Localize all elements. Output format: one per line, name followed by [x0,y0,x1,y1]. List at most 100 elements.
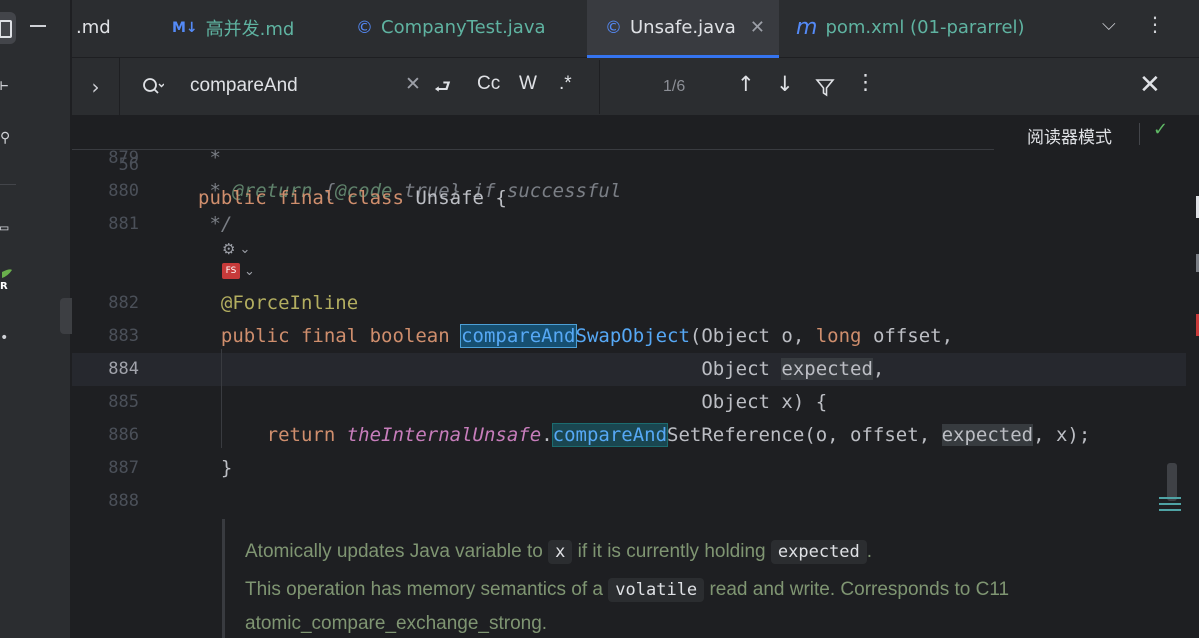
gutter-inlay-feishu[interactable]: FS ⌄ [222,263,255,279]
newline-option-icon[interactable]: ⮐ [434,73,451,105]
code-token: public final boolean [198,325,462,347]
code-line[interactable]: 882 @ForceInline [72,287,1199,320]
code-token: . [541,424,553,446]
tab-pom-xml[interactable]: m pom.xml (01-pararrel) [796,0,1025,55]
line-number: 884 [108,359,139,379]
tab-label: .md [76,17,111,38]
doc-paragraph-2: This operation has memory semantics of a… [245,578,1009,602]
search-results-marker-icon[interactable] [1159,497,1181,513]
code-line[interactable]: 885 Object x) { [72,386,1199,419]
code-token: SetReference(o, offset, [667,424,942,446]
tab-label: Unsafe.java [630,17,736,38]
code-token: expected [781,358,873,380]
doc-text: This operation has memory semantics of a [245,579,603,600]
tab-company-test[interactable]: © CompanyTest.java [356,0,546,55]
tab-md[interactable]: .md [72,0,111,55]
code-token: , [872,358,885,380]
structure-icon[interactable]: ⊢ [0,78,8,94]
doc-text: if it is currently holding [577,541,766,562]
spring-icon[interactable]: R [0,268,12,290]
project-view-icon[interactable] [0,12,16,44]
gutter-inlay-ai[interactable]: ⚙ ⌄ [222,240,250,258]
line-number: 885 [108,392,139,412]
search-input[interactable] [190,73,420,99]
code-text: public final boolean compareAndSwapObjec… [198,320,953,353]
code-token: long [815,325,862,347]
code-line[interactable]: 888 [72,485,1199,518]
more-options-icon[interactable]: ⋮ [855,70,876,94]
project-panel-edge [16,0,83,638]
code-token: SwapObject [575,325,690,347]
sticky-code: public final class Unsafe { [198,182,507,215]
svg-text:R: R [0,281,8,290]
rendered-javadoc: Atomically updates Java variable to x if… [222,519,1182,638]
line-number: 888 [108,491,139,511]
collapse-icon[interactable] [30,25,46,27]
doc-paragraph-3: atomic_compare_exchange_strong. [245,613,548,634]
tab-label: 高并发.md [205,18,295,40]
code-token: Object x) { [198,391,828,413]
doc-code: expected [770,540,867,564]
code-token: public final class [198,187,416,209]
code-text: return theInternalUnsafe.compareAndSetRe… [198,419,1090,452]
code-line[interactable]: 887 } [72,452,1199,485]
close-find-bar-icon[interactable]: ✕ [1139,70,1161,100]
terminal-icon[interactable]: ▭ [0,220,8,236]
code-token: */ [198,213,233,235]
reader-divider [1139,123,1140,145]
search-icon[interactable] [142,76,164,98]
checkmark-icon[interactable]: ✓ [1153,119,1168,140]
clear-search-icon[interactable]: ✕ [405,73,421,96]
code-token: theInternalUnsafe [346,424,542,446]
code-token: , x); [1033,424,1091,446]
feishu-icon[interactable]: FS [222,263,240,279]
previous-occurrence-icon[interactable]: ↑ [737,72,755,96]
maven-icon: m [796,15,818,40]
code-line[interactable]: 884 Object expected, [72,353,1199,386]
chevron-down-icon[interactable]: ⌄ [244,264,255,279]
search-everywhere-icon[interactable]: ⚲ [0,130,10,146]
code-line[interactable]: 883 public final boolean compareAndSwapO… [72,320,1199,353]
strip-divider [0,184,16,185]
code-token: compareAnd [460,324,577,348]
more-options-icon[interactable]: ⋮ [1145,12,1165,36]
regex-toggle[interactable]: .* [559,73,572,95]
line-number: 887 [108,458,139,478]
whole-words-toggle[interactable]: W [519,73,537,95]
more-tools-icon[interactable]: • [0,330,8,346]
code-token: compareAnd [551,423,669,447]
tab-label: pom.xml (01-pararrel) [825,17,1025,38]
line-number: 883 [108,326,139,346]
doc-code: volatile [608,578,705,602]
code-token: * [198,147,221,169]
code-token: expected [941,424,1034,446]
find-bar: › ✕ ⮐ Cc W .* 1/6 ↑ ↓ ⋮ ✕ [72,58,1199,116]
code-token: } [198,457,233,479]
editor-scrollbar-thumb[interactable] [1167,463,1177,501]
java-class-icon: © [356,17,373,38]
doc-text: . [866,541,873,562]
chevron-down-icon[interactable]: ⌄ [239,242,250,257]
tab-high-concurrency-md[interactable]: M↓ 高并发.md [172,0,294,55]
expand-replace-icon[interactable]: › [72,58,120,116]
code-editor[interactable]: 56 public final class Unsafe { 阅读器模式 ✓ 8… [72,116,1199,638]
code-text: Object x) { [198,386,827,419]
code-text: } [198,452,232,485]
code-token: @ForceInline [198,292,359,314]
filter-icon[interactable] [815,78,835,98]
close-icon[interactable]: ✕ [750,17,765,38]
chevron-down-icon[interactable]: ⌵ [1102,14,1116,35]
code-token: return [266,424,347,446]
code-line[interactable]: 886 return theInternalUnsafe.compareAndS… [72,419,1199,452]
editor-tab-bar: .md M↓ 高并发.md © CompanyTest.java © Unsaf… [72,0,1199,58]
next-occurrence-icon[interactable]: ↓ [776,72,794,96]
java-class-icon: © [605,17,622,38]
markdown-icon: M↓ [172,19,198,36]
match-case-toggle[interactable]: Cc [477,73,500,95]
reader-mode-bar: 阅读器模式 ✓ [994,116,1199,150]
tab-unsafe-java[interactable]: © Unsafe.java ✕ [587,0,779,58]
reader-mode-toggle[interactable]: 阅读器模式 [1027,123,1112,148]
ai-assistant-icon[interactable]: ⚙ [222,240,235,258]
find-bar-divider [599,60,600,114]
doc-paragraph-1: Atomically updates Java variable to x if… [245,540,873,564]
